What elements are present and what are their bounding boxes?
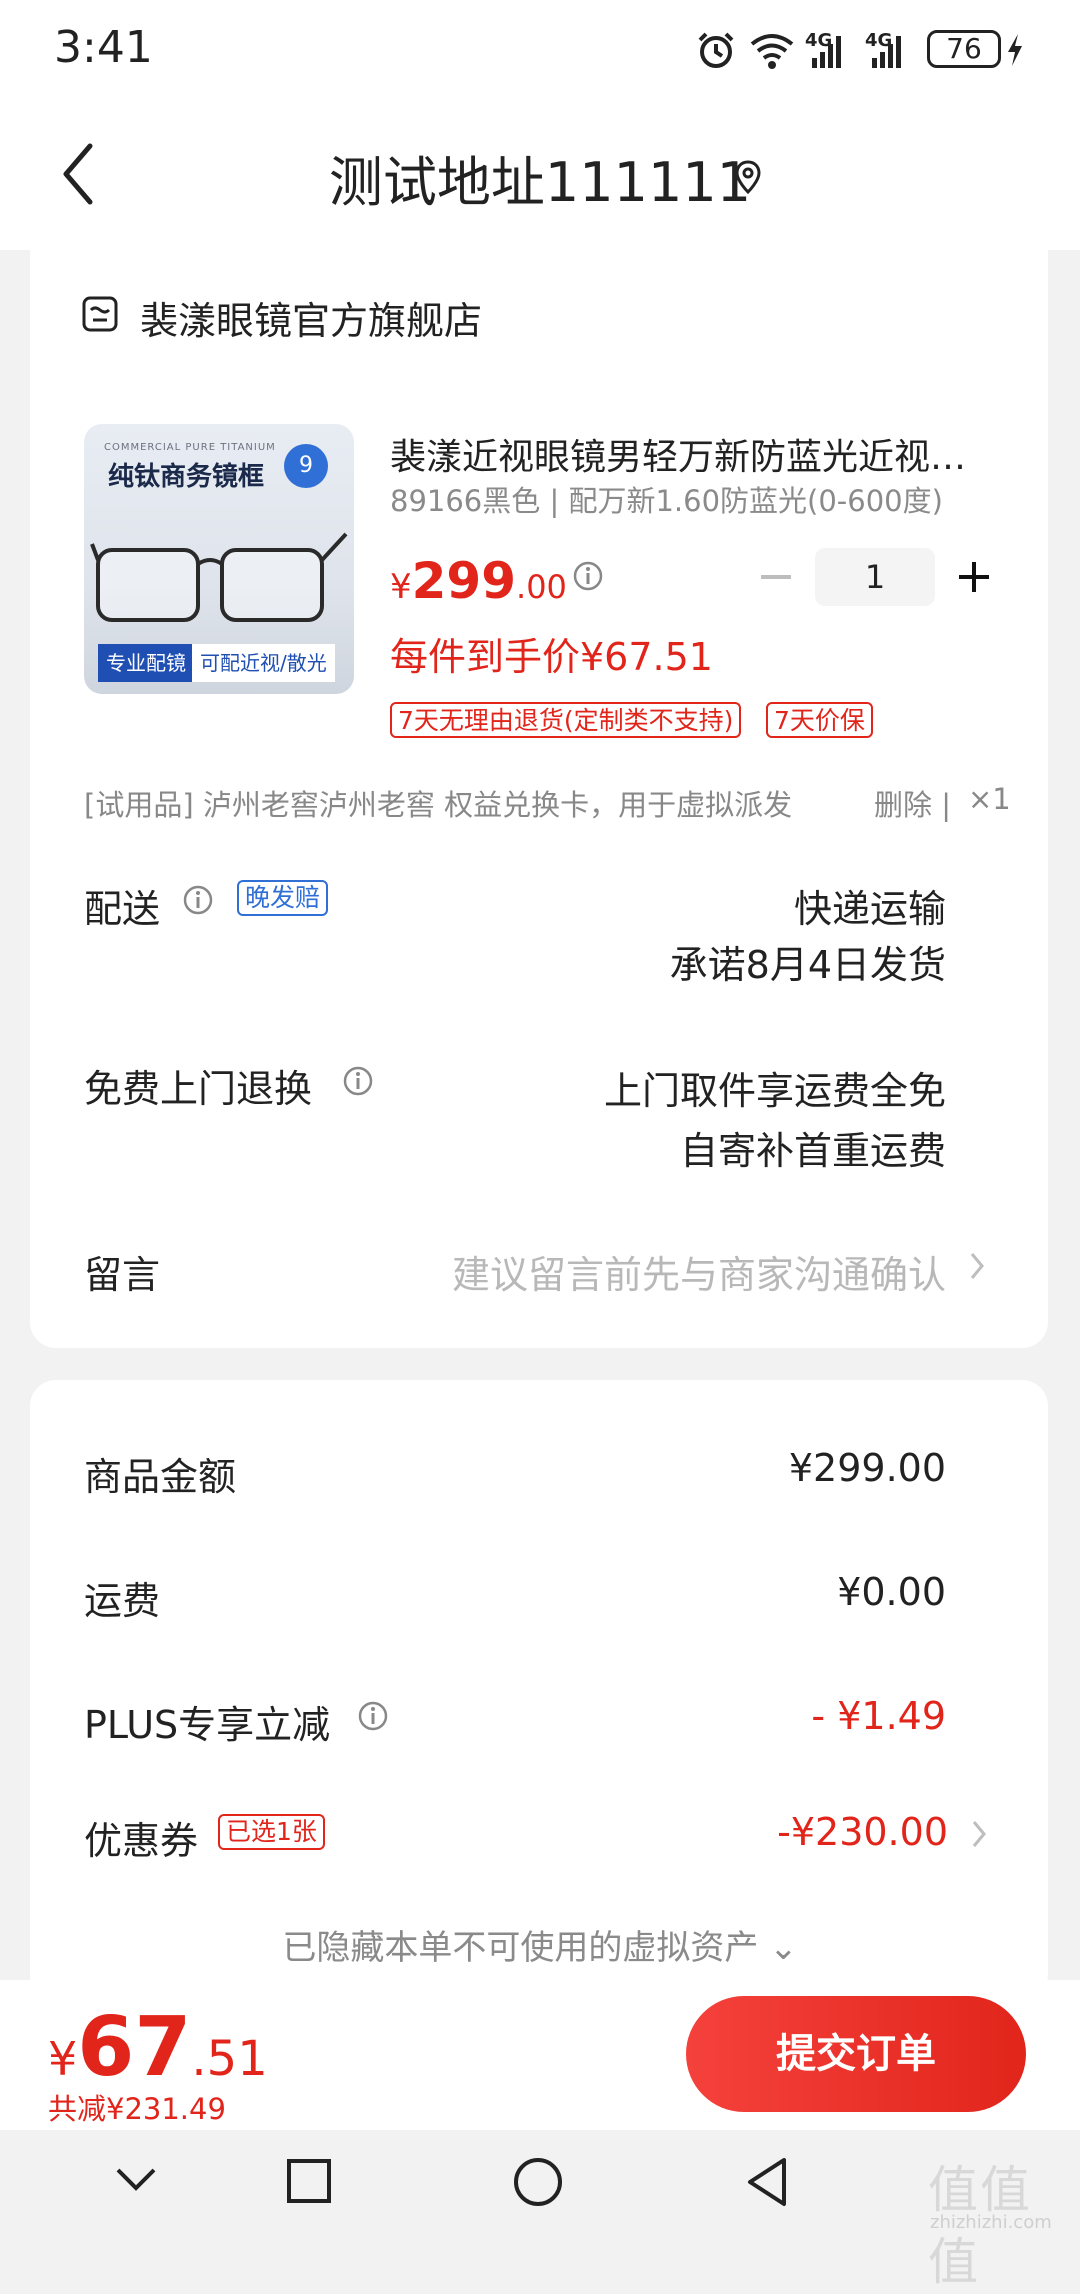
decrease-quantity-button[interactable] [757,558,795,596]
watermark-url: zhizhizhi.com [930,2212,1052,2233]
gift-quantity: ×1 [968,782,1011,816]
image-main-text: 纯钛商务镜框 [108,462,265,492]
price-integer: 299 [411,552,517,610]
wifi-icon [750,34,794,69]
location-icon[interactable] [735,160,761,194]
chevron-right-icon[interactable] [968,1250,986,1282]
hidden-assets-toggle[interactable]: 已隐藏本单不可使用的虚拟资产 ⌄ [0,1920,1080,1969]
shop-name[interactable]: 裴漾眼镜官方旗舰店 [140,290,482,345]
info-icon[interactable] [572,560,604,592]
delivery-promise: 承诺8月4日发货 [669,943,946,987]
plus-discount-value: - ¥1.49 [811,1694,946,1738]
signal-4g-icon [812,36,841,68]
price-protect-tag: 7天价保 [766,702,873,738]
product-spec[interactable]: 89166黑色 | 配万新1.60防蓝光(0-600度) [390,478,943,520]
gift-delete-button[interactable]: 删除 | [874,782,951,824]
product-price: ¥299.00 [390,552,567,610]
goods-amount-value: ¥299.00 [788,1446,946,1490]
battery-icon: 76 [927,30,1001,68]
info-icon[interactable] [182,884,214,916]
gift-item-text: [试用品] 泸州老窖泸州老窖 权益兑换卡，用于虚拟派发 [84,788,793,822]
image-tag-left: 专业配镜 [98,644,194,682]
info-icon[interactable] [342,1065,374,1097]
plus-discount-label: PLUS专享立减 [84,1703,331,1747]
coupon-value[interactable]: -¥230.00 [600,1810,948,1854]
total-decimal: .51 [191,2031,268,2087]
image-tag-right: 可配近视/散光 [192,644,335,682]
message-input[interactable]: 建议留言前先与商家沟通确认 [400,1244,946,1299]
unit-final-price: 每件到手价¥67.51 [390,635,713,679]
shipping-label: 运费 [84,1579,161,1623]
delivery-method: 快递运输 [793,887,946,931]
image-top-text: COMMERCIAL PURE TITANIUM [104,442,276,453]
coupon-label[interactable]: 优惠券 [84,1810,198,1865]
product-title[interactable]: 裴漾近视眼镜男轻万新防蓝光近视眼镜框 [390,428,990,480]
image-badge: 9 [284,444,328,488]
shop-icon [82,296,118,332]
goods-amount-label: 商品金额 [84,1455,237,1499]
increase-quantity-button[interactable] [955,558,993,596]
total-currency: ¥ [48,2032,78,2086]
late-compensation-tag: 晚发赔 [237,880,329,916]
submit-order-button[interactable]: 提交订单 [686,1996,1026,2112]
return-policy-tag: 7天无理由退货(定制类不支持) [390,702,742,738]
nav-back-icon[interactable] [744,2156,790,2208]
message-label: 留言 [84,1253,161,1297]
coupon-selected-tag: 已选1张 [218,1814,325,1850]
signal-4g-icon [872,36,901,68]
quantity-input[interactable]: 1 [815,548,935,606]
status-time: 3:41 [54,22,153,73]
charging-icon [1008,34,1022,66]
total-integer: 67 [77,2000,192,2095]
total-price: ¥67.51 [48,2000,268,2095]
return-value-line1: 上门取件享运费全免 [603,1069,946,1113]
delivery-label: 配送 [84,887,161,931]
address-title[interactable]: 测试地址111111 [0,138,1080,217]
nav-home-icon[interactable] [512,2156,564,2208]
status-bar [0,0,1080,100]
free-return-label: 免费上门退换 [84,1067,313,1111]
product-image[interactable]: COMMERCIAL PURE TITANIUM 纯钛商务镜框 9 专业配镜 可… [84,424,354,694]
total-saved: 共减¥231.49 [48,2092,226,2126]
chevron-right-icon[interactable] [970,1818,988,1850]
price-decimal: .00 [516,568,567,606]
return-value-line2: 自寄补首重运费 [679,1129,946,1173]
info-icon[interactable] [357,1700,389,1732]
alarm-icon [698,32,734,68]
shipping-value: ¥0.00 [837,1570,946,1614]
glasses-illustration [90,532,348,622]
price-currency: ¥ [390,567,412,607]
nav-recent-apps-icon[interactable] [286,2158,332,2204]
nav-collapse-icon[interactable] [114,2164,158,2194]
